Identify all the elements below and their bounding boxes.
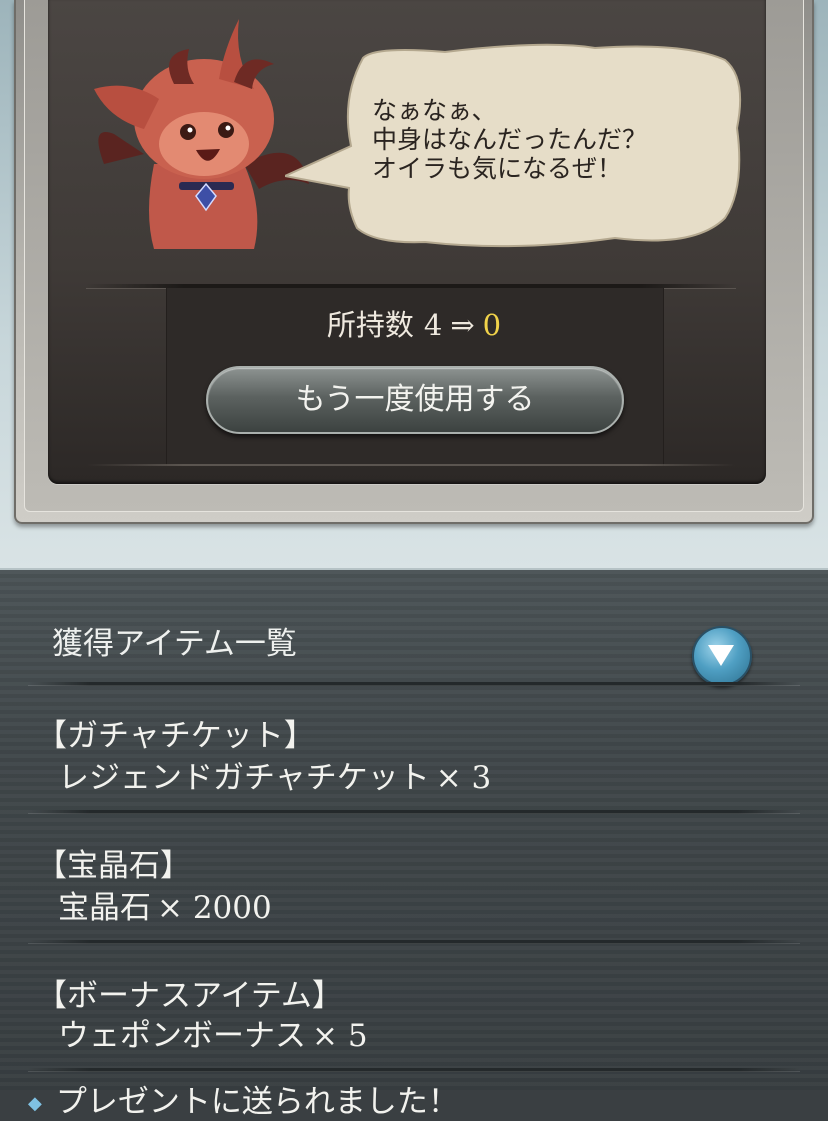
separator xyxy=(28,682,800,686)
item-name: ウェポンボーナス xyxy=(58,1018,306,1054)
category-label: 【宝晶石】 xyxy=(36,848,191,884)
footer-note: ◆ プレゼントに送られました！ xyxy=(28,1076,459,1121)
count-before: 4 xyxy=(423,308,443,342)
item-quantity: × 2000 xyxy=(157,890,272,926)
separator xyxy=(28,810,800,814)
separator xyxy=(28,940,800,944)
panel-bottom-line xyxy=(86,464,736,466)
obtained-items-panel: 獲得アイテム一覧 【ガチャチケット】 レジェンドガチャチケット × 3 【宝晶石】… xyxy=(0,568,828,1120)
item-count: 所持数 4 ⇒ 0 xyxy=(0,302,828,344)
item-name: 宝晶石 xyxy=(58,890,151,926)
list-item: ウェポンボーナス × 5 xyxy=(58,1010,368,1055)
count-after: 0 xyxy=(482,308,502,342)
item-quantity: × 3 xyxy=(435,760,492,796)
speech-text: なぁなぁ、 中身はなんだったんだ？ オイラも気になるぜ！ xyxy=(372,96,648,183)
separator xyxy=(28,1068,800,1072)
category-label: 【ボーナスアイテム】 xyxy=(36,978,343,1014)
category-label: 【ガチャチケット】 xyxy=(36,718,315,754)
character-illustration xyxy=(94,19,309,249)
list-item: レジェンドガチャチケット × 3 xyxy=(58,752,491,797)
footer-note-text: プレゼントに送られました！ xyxy=(55,1084,459,1120)
list-title: 獲得アイテム一覧 xyxy=(52,626,297,662)
expand-button[interactable] xyxy=(692,626,752,686)
list-item: 宝晶石 × 2000 xyxy=(58,882,272,927)
count-arrow: ⇒ xyxy=(450,308,475,342)
chevron-down-icon xyxy=(708,645,734,666)
use-again-button[interactable]: もう一度使用する xyxy=(206,366,624,434)
diamond-icon: ◆ xyxy=(28,1093,42,1114)
item-quantity: × 5 xyxy=(312,1018,368,1054)
count-label: 所持数 xyxy=(326,308,414,342)
item-name: レジェンドガチャチケット xyxy=(58,760,430,796)
